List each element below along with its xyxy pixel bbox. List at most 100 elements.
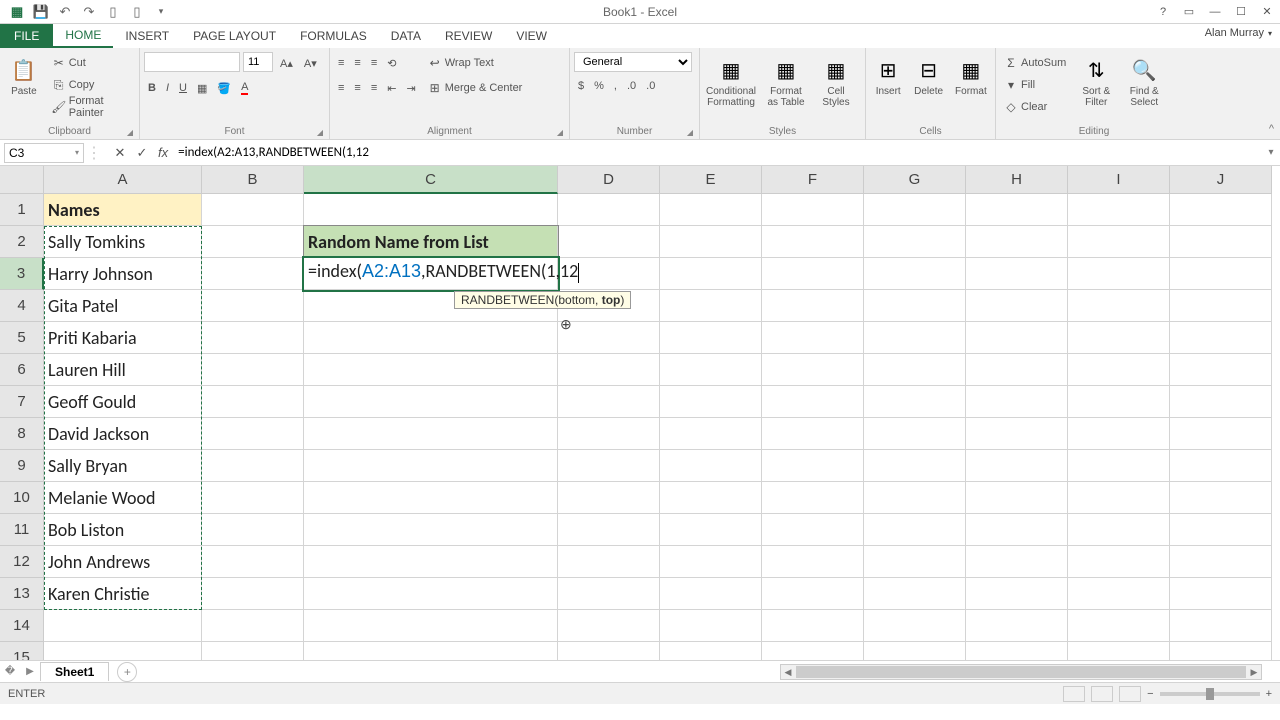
- row-header[interactable]: 7: [0, 386, 44, 418]
- cell[interactable]: [864, 226, 966, 258]
- autosum-button[interactable]: ΣAutoSum: [1000, 52, 1070, 74]
- find-select-button[interactable]: 🔍Find & Select: [1122, 52, 1166, 110]
- cell[interactable]: [762, 258, 864, 290]
- cell[interactable]: [1068, 610, 1170, 642]
- column-header[interactable]: A: [44, 166, 202, 194]
- cell[interactable]: [660, 290, 762, 322]
- cell[interactable]: [44, 642, 202, 660]
- italic-button[interactable]: I: [162, 77, 173, 99]
- delete-cells-button[interactable]: ⊟Delete: [910, 52, 946, 99]
- cell[interactable]: [304, 546, 558, 578]
- cell[interactable]: [1068, 546, 1170, 578]
- cell[interactable]: [558, 578, 660, 610]
- cell[interactable]: [762, 194, 864, 226]
- decrease-indent-icon[interactable]: ⇤: [383, 77, 400, 99]
- select-all-corner[interactable]: [0, 166, 44, 194]
- name-box[interactable]: C3 ▾: [4, 143, 84, 163]
- cell[interactable]: [1068, 354, 1170, 386]
- column-header[interactable]: C: [304, 166, 558, 194]
- enter-formula-icon[interactable]: ✓: [132, 143, 152, 163]
- cell[interactable]: [1068, 290, 1170, 322]
- cell[interactable]: [1170, 226, 1272, 258]
- cell[interactable]: [966, 642, 1068, 660]
- collapse-ribbon-icon[interactable]: ^: [1269, 123, 1274, 135]
- cell[interactable]: [762, 450, 864, 482]
- cell[interactable]: [558, 194, 660, 226]
- cell[interactable]: [660, 354, 762, 386]
- file-tab[interactable]: FILE: [0, 24, 53, 48]
- cell[interactable]: [864, 418, 966, 450]
- cell[interactable]: [1068, 642, 1170, 660]
- fill-button[interactable]: ▾Fill: [1000, 74, 1070, 96]
- cell[interactable]: Bob Liston: [44, 514, 202, 546]
- cell[interactable]: [1068, 482, 1170, 514]
- cell[interactable]: [660, 514, 762, 546]
- orientation-icon[interactable]: ⟲: [383, 52, 400, 74]
- row-header[interactable]: 15: [0, 642, 44, 660]
- row-header[interactable]: 2: [0, 226, 44, 258]
- comma-format-icon[interactable]: ,: [610, 75, 621, 97]
- cut-button[interactable]: ✂Cut: [48, 52, 135, 74]
- new-sheet-button[interactable]: +: [117, 662, 137, 682]
- column-header[interactable]: B: [202, 166, 304, 194]
- increase-font-icon[interactable]: A▴: [276, 52, 297, 74]
- cell[interactable]: [202, 610, 304, 642]
- cell[interactable]: [660, 450, 762, 482]
- ribbon-tab[interactable]: VIEW: [504, 24, 559, 48]
- cell[interactable]: [762, 482, 864, 514]
- sheet-nav-next-icon[interactable]: ▶: [20, 666, 40, 677]
- cell[interactable]: Gita Patel: [44, 290, 202, 322]
- paste-button[interactable]: 📋 Paste: [4, 52, 44, 99]
- cell[interactable]: [1170, 194, 1272, 226]
- horizontal-scrollbar[interactable]: ◀ ▶: [780, 664, 1262, 680]
- zoom-out-icon[interactable]: −: [1147, 688, 1153, 700]
- cell[interactable]: [864, 354, 966, 386]
- cell[interactable]: Karen Christie: [44, 578, 202, 610]
- cell[interactable]: [966, 258, 1068, 290]
- undo-icon[interactable]: ↶: [54, 2, 76, 22]
- row-header[interactable]: 1: [0, 194, 44, 226]
- cell[interactable]: Melanie Wood: [44, 482, 202, 514]
- cell[interactable]: [202, 450, 304, 482]
- cell[interactable]: [762, 514, 864, 546]
- sheet-tab[interactable]: Sheet1: [40, 662, 109, 681]
- cell[interactable]: [864, 578, 966, 610]
- cell[interactable]: [304, 194, 558, 226]
- cell[interactable]: [304, 354, 558, 386]
- qat-icon[interactable]: ▯: [126, 2, 148, 22]
- cell[interactable]: [202, 546, 304, 578]
- save-icon[interactable]: 💾: [30, 2, 52, 22]
- cell[interactable]: [762, 322, 864, 354]
- align-bottom-icon[interactable]: ≡: [367, 52, 381, 74]
- cell[interactable]: Random Name from List: [304, 226, 558, 258]
- column-header[interactable]: J: [1170, 166, 1272, 194]
- row-header[interactable]: 10: [0, 482, 44, 514]
- cell[interactable]: [966, 386, 1068, 418]
- cell[interactable]: David Jackson: [44, 418, 202, 450]
- cell[interactable]: [966, 418, 1068, 450]
- decrease-font-icon[interactable]: A▾: [300, 52, 321, 74]
- ribbon-tab[interactable]: INSERT: [113, 24, 181, 48]
- cell[interactable]: [558, 418, 660, 450]
- cell[interactable]: [304, 514, 558, 546]
- zoom-slider[interactable]: [1160, 692, 1260, 696]
- cell[interactable]: [966, 194, 1068, 226]
- cell[interactable]: [202, 386, 304, 418]
- excel-icon[interactable]: ▦: [6, 2, 28, 22]
- expand-formula-bar-icon[interactable]: ▾: [1262, 147, 1280, 158]
- cancel-formula-icon[interactable]: ✕: [110, 143, 130, 163]
- cell[interactable]: [304, 610, 558, 642]
- ribbon-tab[interactable]: HOME: [53, 24, 113, 48]
- cell[interactable]: [202, 514, 304, 546]
- cell[interactable]: [660, 418, 762, 450]
- column-header[interactable]: I: [1068, 166, 1170, 194]
- cell[interactable]: [660, 386, 762, 418]
- format-painter-button[interactable]: 🖌Format Painter: [48, 96, 135, 118]
- cell[interactable]: [304, 322, 558, 354]
- cell[interactable]: [966, 514, 1068, 546]
- cell[interactable]: [864, 386, 966, 418]
- dialog-launcher-icon[interactable]: ◢: [127, 128, 133, 137]
- font-color-button[interactable]: A: [237, 77, 252, 99]
- cell[interactable]: [1170, 546, 1272, 578]
- font-family-input[interactable]: [144, 52, 240, 72]
